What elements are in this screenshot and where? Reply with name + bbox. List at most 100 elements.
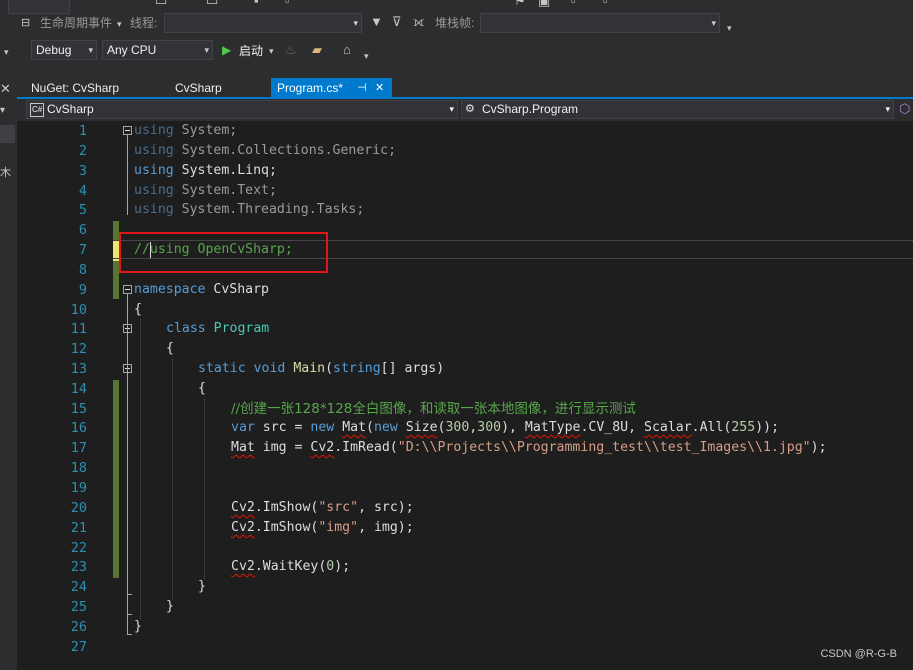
line-number: 2 xyxy=(78,143,87,159)
line-number: 26 xyxy=(70,619,87,635)
panel-selected-item[interactable] xyxy=(0,125,15,143)
open-folder-icon[interactable]: ▰ xyxy=(312,43,322,57)
toolbar-icon-d[interactable]: ▫ xyxy=(285,0,290,8)
line-number: 20 xyxy=(70,500,87,516)
line-number: 16 xyxy=(70,420,87,436)
collapse-icon[interactable] xyxy=(123,126,132,135)
highlight-annotation-box xyxy=(119,232,328,273)
line-number: 5 xyxy=(78,202,87,218)
filter-remove-icon[interactable]: ⊽ xyxy=(392,15,402,29)
watermark: CSDN @R-G-B xyxy=(820,648,897,660)
stackframe-label: 堆栈帧: xyxy=(435,16,475,30)
class-combo[interactable]: ⚙ CvSharp.Program ▾ xyxy=(461,100,894,119)
lifecycle-icon: ⊟ xyxy=(21,17,31,29)
line-number: 1 xyxy=(78,123,87,139)
hot-reload-icon[interactable]: ♨ xyxy=(285,43,297,57)
tab-label: NuGet: CvSharp xyxy=(31,81,120,95)
toolbar-icon-b[interactable]: ▭ xyxy=(206,0,218,8)
code-line-5: using System.Threading.Tasks; xyxy=(134,202,365,217)
line-number: 13 xyxy=(70,361,87,377)
indent-guide xyxy=(172,359,173,599)
start-button-label[interactable]: 启动 xyxy=(239,44,263,58)
line-number: 15 xyxy=(70,401,87,417)
document-tab-bar xyxy=(17,68,913,98)
code-line-13: static void Main(string[] args) xyxy=(198,361,445,376)
process-combo[interactable] xyxy=(8,0,70,14)
line-number: 23 xyxy=(70,559,87,575)
change-indicator xyxy=(113,380,119,578)
line-number: 24 xyxy=(70,579,87,595)
tab-nuget-cvsharp[interactable]: NuGet: CvSharp xyxy=(25,78,135,98)
class-icon: ⚙ xyxy=(465,103,475,115)
member-icon[interactable]: ⬡ xyxy=(899,102,910,116)
line-number: 11 xyxy=(70,321,87,337)
line-number: 7 xyxy=(78,242,87,258)
lifecycle-events-label[interactable]: 生命周期事件 xyxy=(40,16,112,30)
start-play-icon[interactable]: ▶ xyxy=(222,43,231,57)
overflow-icon[interactable]: ▾ xyxy=(364,49,369,63)
line-number: 21 xyxy=(70,520,87,536)
pin-icon[interactable]: ⊣ xyxy=(357,78,367,98)
toolbar-icon-a[interactable]: ▭ xyxy=(155,0,167,8)
line-number: 18 xyxy=(70,460,87,476)
toolbar-icon-f[interactable]: ▫ xyxy=(571,0,576,8)
configuration-value: Debug xyxy=(36,43,72,57)
project-name: CvSharp xyxy=(47,102,94,116)
left-tool-strip: ✕ ▾ 木 xyxy=(0,68,17,670)
thread-combo[interactable]: ▾ xyxy=(164,13,362,33)
class-name: CvSharp.Program xyxy=(482,102,579,116)
outline-line-end xyxy=(127,594,132,595)
code-line-9: namespace CvSharp xyxy=(134,282,269,297)
panel-glyph-icon: 木 xyxy=(0,167,11,179)
filter-icon[interactable]: ▼ xyxy=(370,15,383,29)
code-line-25: } xyxy=(166,599,174,614)
debug-location-toolbar: ▭ ▭ ▪ ▫ ⚑ ▣ ▫ ▫ ⊟ 生命周期事件 ▾ 线程: ▾ ▼ ⊽ ⟗ 堆… xyxy=(0,0,913,35)
collapse-icon[interactable] xyxy=(123,285,132,294)
csharp-project-icon: C# xyxy=(30,103,45,117)
close-icon[interactable]: ✕ xyxy=(0,82,11,96)
code-line-10: { xyxy=(134,302,142,317)
chevron-down-icon: ▾ xyxy=(88,45,93,55)
bookmark-icon[interactable]: ⚑ xyxy=(514,0,526,8)
code-line-21: Cv2.ImShow("img", img); xyxy=(231,520,414,535)
lifecycle-dropdown-icon[interactable]: ▾ xyxy=(117,17,122,31)
code-line-24: } xyxy=(198,579,206,594)
line-number: 3 xyxy=(78,163,87,179)
overflow-icon[interactable]: ▾ xyxy=(727,21,732,35)
line-number: 27 xyxy=(70,639,87,655)
stackframe-combo[interactable]: ▾ xyxy=(480,13,720,33)
indent-guide xyxy=(140,319,141,619)
tab-program-cs[interactable]: Program.cs* ⊣ ✕ xyxy=(271,78,392,98)
line-number: 12 xyxy=(70,341,87,357)
start-dropdown-icon[interactable]: ▾ xyxy=(269,44,274,58)
tab-label: CvSharp xyxy=(175,81,222,95)
outline-line xyxy=(127,135,128,215)
line-number: 22 xyxy=(70,540,87,556)
chevron-down-icon: ▾ xyxy=(449,104,454,114)
outline-line-end xyxy=(127,634,132,635)
toolbar-chevron-icon[interactable]: ▾ xyxy=(4,45,9,59)
outline-line-end xyxy=(127,614,132,615)
toggle-icon[interactable]: ⟗ xyxy=(413,15,424,29)
platform-combo[interactable]: Any CPU ▾ xyxy=(102,40,213,60)
close-icon[interactable]: ✕ xyxy=(375,78,384,98)
thread-label: 线程: xyxy=(130,16,158,30)
code-line-16: var src = new Mat(new Size(300,300), Mat… xyxy=(231,420,780,435)
toolbar-icon-e[interactable]: ▣ xyxy=(538,0,550,8)
line-number: 17 xyxy=(70,440,87,456)
toolbar-icon-c[interactable]: ▪ xyxy=(254,0,259,8)
outline-line xyxy=(127,294,128,634)
line-number: 10 xyxy=(70,302,87,318)
line-number: 9 xyxy=(78,282,87,298)
panel-dropdown-icon[interactable]: ▾ xyxy=(0,104,5,118)
chevron-down-icon: ▾ xyxy=(353,18,358,28)
project-combo[interactable]: C# CvSharp ▾ xyxy=(26,100,458,119)
code-line-11: class Program xyxy=(166,321,270,336)
code-line-1: using System; xyxy=(134,123,238,138)
solution-explorer-icon[interactable]: ⌂ xyxy=(343,43,351,57)
code-line-15: //创建一张128*128全白图像，和读取一张本地图像，进行显示测试 xyxy=(231,401,636,417)
code-line-26: } xyxy=(134,619,142,634)
tab-cvsharp[interactable]: CvSharp xyxy=(169,78,259,98)
configuration-combo[interactable]: Debug ▾ xyxy=(31,40,97,60)
toolbar-icon-g[interactable]: ▫ xyxy=(603,0,608,8)
